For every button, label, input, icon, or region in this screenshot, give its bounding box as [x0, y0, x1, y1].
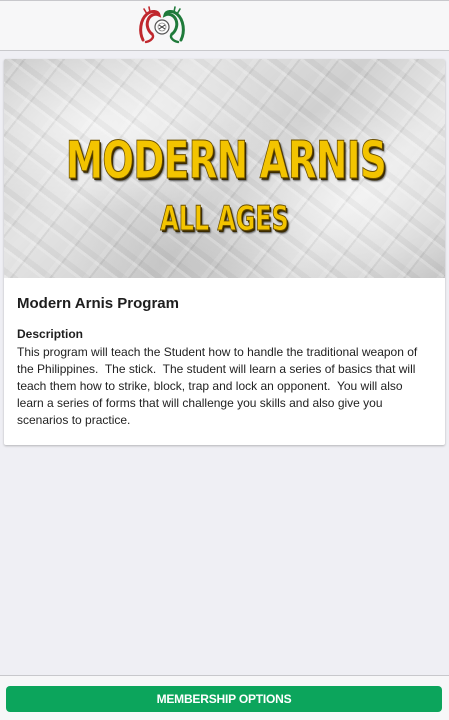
- description-label: Description: [17, 327, 84, 341]
- banner-subtitle: ALL AGES: [160, 199, 289, 240]
- description-text: This program will teach the Student how …: [17, 345, 421, 427]
- dragon-emblem-logo-icon: [139, 6, 185, 44]
- program-details: Modern Arnis Program Description This pr…: [4, 278, 445, 429]
- program-card: MODERN ARNIS ALL AGES Modern Arnis Progr…: [4, 59, 445, 445]
- membership-options-button[interactable]: MEMBERSHIP OPTIONS: [6, 686, 442, 712]
- top-header: [0, 0, 449, 51]
- program-banner-image: MODERN ARNIS ALL AGES: [4, 59, 445, 278]
- banner-title: MODERN ARNIS: [65, 131, 387, 192]
- app-screen: MODERN ARNIS ALL AGES Modern Arnis Progr…: [0, 0, 449, 720]
- bottom-footer: MEMBERSHIP OPTIONS: [0, 675, 449, 720]
- program-title: Modern Arnis Program: [17, 295, 179, 312]
